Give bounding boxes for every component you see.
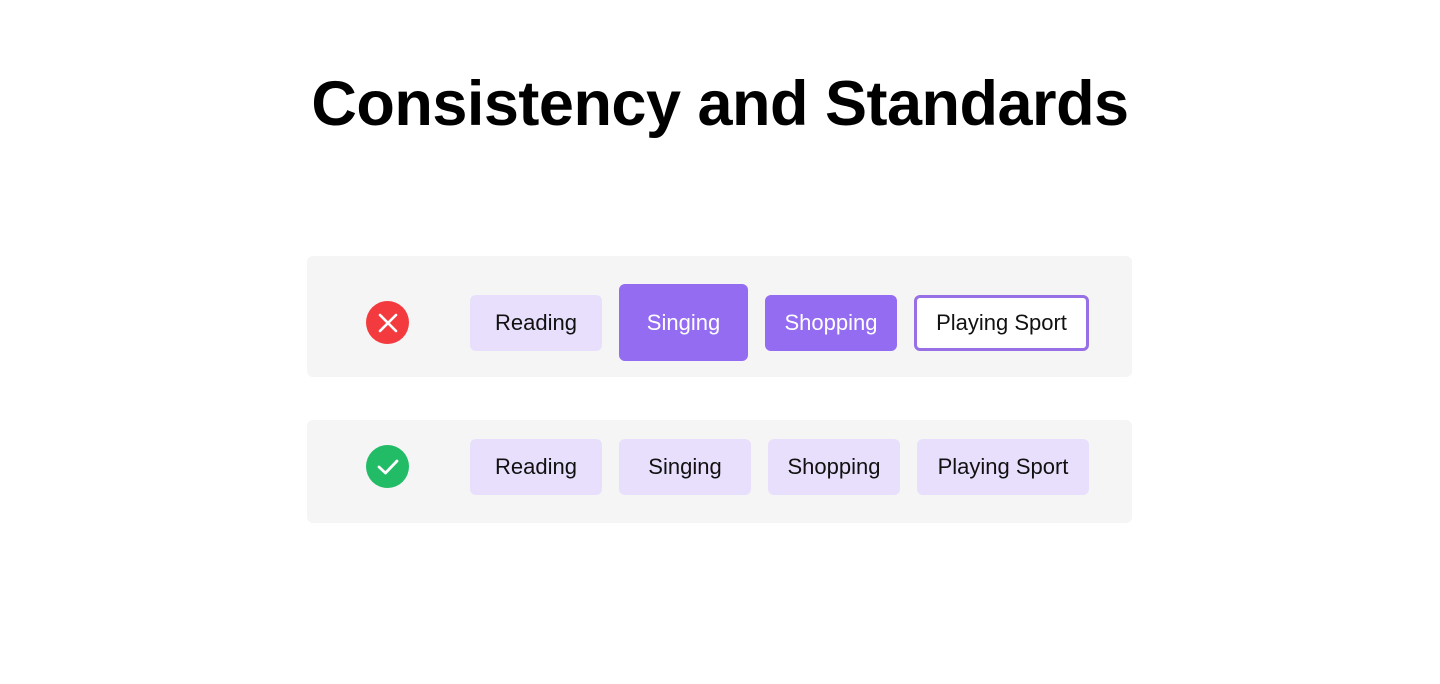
chip-shopping[interactable]: Shopping: [765, 295, 897, 351]
incorrect-example-panel: Reading Singing Shopping Playing Sport: [307, 256, 1132, 377]
chip-playing-sport[interactable]: Playing Sport: [917, 439, 1089, 495]
chip-playing-sport[interactable]: Playing Sport: [914, 295, 1089, 351]
check-circle-icon: [366, 445, 409, 488]
chip-shopping[interactable]: Shopping: [768, 439, 900, 495]
chip-reading[interactable]: Reading: [470, 439, 602, 495]
correct-example-panel: Reading Singing Shopping Playing Sport: [307, 420, 1132, 523]
chip-singing[interactable]: Singing: [619, 284, 748, 361]
chip-singing[interactable]: Singing: [619, 439, 751, 495]
page-title: Consistency and Standards: [311, 69, 1129, 139]
chip-reading[interactable]: Reading: [470, 295, 602, 351]
x-circle-icon: [366, 301, 409, 344]
